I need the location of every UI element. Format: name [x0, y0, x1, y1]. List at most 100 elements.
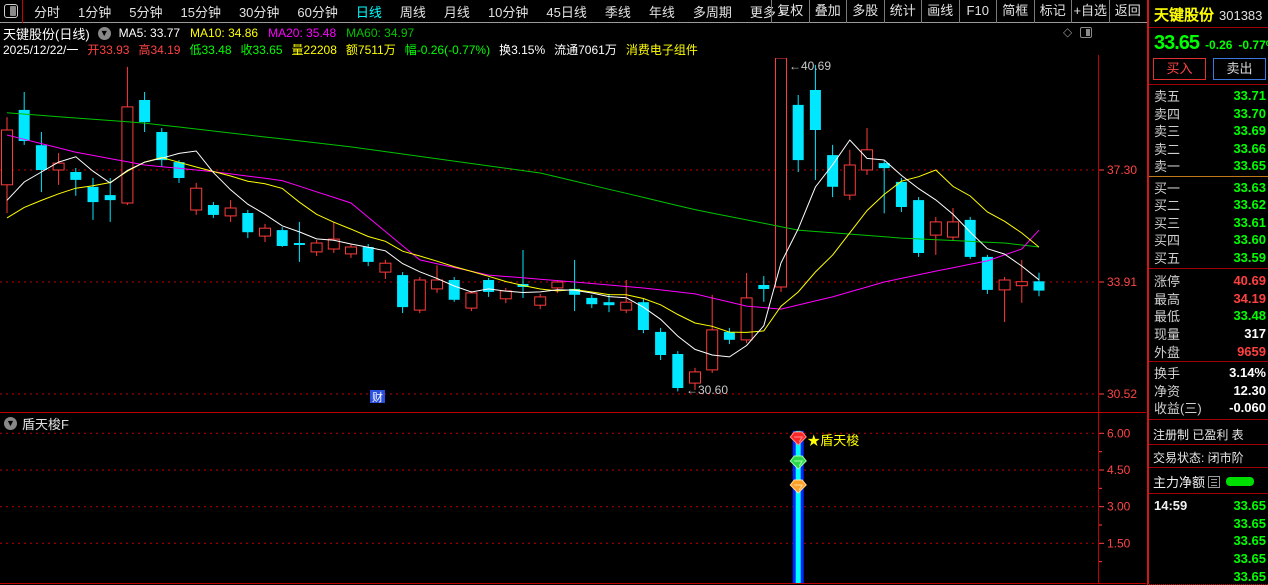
- diamond-icon[interactable]: ◇: [1063, 25, 1072, 39]
- menu-item-15分钟[interactable]: 15分钟: [171, 2, 229, 21]
- menu-item-季线[interactable]: 季线: [596, 2, 640, 21]
- window-layout-icon[interactable]: [4, 4, 18, 18]
- tool-item-标记[interactable]: 标记: [1034, 0, 1072, 23]
- event-badge[interactable]: 财: [370, 390, 385, 404]
- menu-item-年线[interactable]: 年线: [640, 2, 684, 21]
- sell-level-row[interactable]: 卖三33.69: [1154, 122, 1266, 140]
- main-flow-row[interactable]: 主力净额: [1153, 472, 1268, 491]
- candle: [999, 277, 1010, 322]
- candle: [655, 328, 666, 360]
- price-axis-line: [1098, 55, 1099, 583]
- candle: [36, 132, 47, 192]
- menu-item-10分钟[interactable]: 10分钟: [479, 2, 537, 21]
- menu-item-多周期[interactable]: 多周期: [684, 2, 741, 21]
- main-flow-bar: [1226, 477, 1254, 486]
- info-item: 消费电子组件: [626, 41, 698, 58]
- candle: [569, 260, 580, 311]
- candle: [2, 117, 13, 213]
- sub-chart-svg: 6.004.503.001.50★盾天梭: [0, 412, 1147, 585]
- tick-row: 14:5933.65: [1154, 497, 1266, 515]
- buy-level-row[interactable]: 买二33.62: [1154, 196, 1266, 214]
- tick-row: 33.65: [1154, 550, 1266, 568]
- stock-code: 301383: [1219, 8, 1262, 23]
- main-chart-svg: 37.3033.9130.52←40.69←30.60财: [0, 58, 1147, 412]
- red-gem: [790, 432, 806, 445]
- info-item: 幅-0.26(-0.77%): [405, 41, 490, 58]
- candle: [414, 277, 425, 313]
- menu-item-月线[interactable]: 月线: [435, 2, 479, 21]
- tool-item-F10[interactable]: F10: [959, 0, 997, 23]
- candle: [208, 202, 219, 218]
- axis-label: 30.52: [1107, 387, 1137, 401]
- collapse-chevron-icon[interactable]: ▼: [98, 27, 111, 40]
- panel-divider: [1149, 27, 1268, 28]
- tool-item-统计[interactable]: 统计: [884, 0, 922, 23]
- candle: [672, 351, 683, 391]
- buy-level-row[interactable]: 买四33.60: [1154, 231, 1266, 249]
- menu-item-1分钟[interactable]: 1分钟: [69, 2, 120, 21]
- stat-row: 外盘9659: [1154, 342, 1266, 360]
- menu-item-45日线[interactable]: 45日线: [537, 2, 595, 21]
- menu-item-周线[interactable]: 周线: [391, 2, 435, 21]
- tool-item-复权[interactable]: 复权: [771, 0, 809, 23]
- candle: [432, 265, 443, 293]
- candle: [518, 250, 529, 298]
- tick-row: 33.65: [1154, 567, 1266, 585]
- panel-divider: [1149, 419, 1268, 420]
- info-item: 开33.93: [87, 41, 129, 58]
- tool-item-叠加[interactable]: 叠加: [809, 0, 847, 23]
- ma-legend-item: MA20: 35.48: [268, 26, 336, 40]
- buy-level-row[interactable]: 买一33.63: [1154, 179, 1266, 197]
- document-icon[interactable]: [1208, 476, 1220, 488]
- buy-level-row[interactable]: 买三33.61: [1154, 214, 1266, 232]
- trade-status: 交易状态: 闭市阶: [1153, 449, 1268, 466]
- tool-item-画线[interactable]: 画线: [921, 0, 959, 23]
- ma-legend-item: MA10: 34.86: [190, 26, 258, 40]
- candle: [483, 278, 494, 297]
- tool-item-多股[interactable]: 多股: [846, 0, 884, 23]
- menu-item-30分钟[interactable]: 30分钟: [230, 2, 288, 21]
- candle: [139, 92, 150, 132]
- panel-divider: [1149, 84, 1268, 85]
- candle: [346, 244, 357, 258]
- menu-item-5分钟[interactable]: 5分钟: [120, 2, 171, 21]
- info-item: 收33.65: [241, 41, 283, 58]
- menu-item-60分钟[interactable]: 60分钟: [288, 2, 346, 21]
- sell-level-row[interactable]: 卖五33.71: [1154, 87, 1266, 105]
- indicator-sub-chart: 6.004.503.001.50★盾天梭: [0, 412, 1147, 585]
- sell-level-row[interactable]: 卖二33.66: [1154, 140, 1266, 158]
- info-item: 额7511万: [346, 41, 396, 58]
- axis-label: 33.91: [1107, 275, 1137, 289]
- candle: [930, 217, 941, 255]
- sell-level-row[interactable]: 卖四33.70: [1154, 105, 1266, 123]
- stock-name-row[interactable]: 天键股份301383: [1154, 4, 1262, 25]
- candle: [380, 260, 391, 279]
- price-row: 33.65-0.26-0.77%: [1154, 32, 1268, 55]
- candle: [827, 145, 838, 197]
- buy-button[interactable]: 买入: [1153, 58, 1206, 80]
- tool-item-自选[interactable]: +自选: [1071, 0, 1109, 23]
- candle: [793, 95, 804, 172]
- price-change: -0.26: [1205, 38, 1232, 52]
- candle: [707, 295, 718, 373]
- candle: [758, 276, 769, 302]
- candle: [466, 291, 477, 311]
- split-window-icon[interactable]: [1080, 27, 1092, 38]
- tick-row: 33.65: [1154, 532, 1266, 550]
- candle: [70, 168, 81, 196]
- chart-header: 天键股份(日线) ▼ MA5: 33.77MA10: 34.86MA20: 35…: [3, 25, 414, 41]
- chevron-down-icon[interactable]: ▼: [4, 417, 17, 430]
- ma-legend: MA5: 33.77MA10: 34.86MA20: 35.48MA60: 34…: [119, 26, 415, 40]
- sell-button[interactable]: 卖出: [1213, 58, 1266, 80]
- sell-level-row[interactable]: 卖一33.65: [1154, 157, 1266, 175]
- axis-label: 37.30: [1107, 163, 1137, 177]
- menu-item-日线[interactable]: 日线: [347, 2, 391, 21]
- tool-item-返回[interactable]: 返回: [1109, 0, 1147, 23]
- buy-level-row[interactable]: 买五33.59: [1154, 249, 1266, 267]
- candle: [948, 208, 959, 240]
- candle: [122, 67, 133, 205]
- tool-item-简框[interactable]: 简框: [996, 0, 1034, 23]
- candle: [156, 128, 167, 167]
- sub-chart-label-row[interactable]: ▼ 盾天梭F: [4, 414, 69, 433]
- menu-item-分时[interactable]: 分时: [25, 2, 69, 21]
